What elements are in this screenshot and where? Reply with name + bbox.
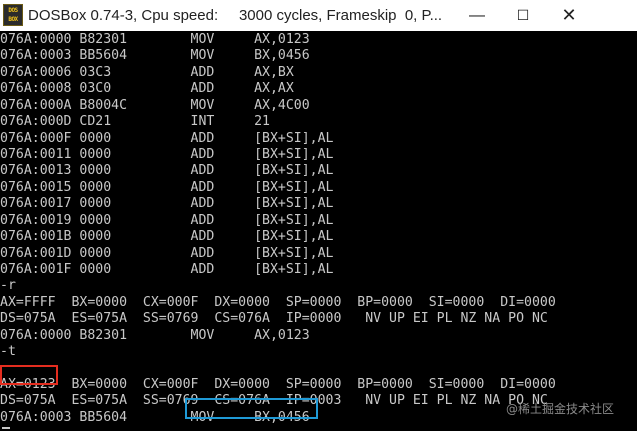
terminal-line: 076A:0019 0000 ADD [BX+SI],AL bbox=[0, 212, 334, 228]
dosbox-window: DOS BOX DOSBox 0.74-3, Cpu speed: 3000 c… bbox=[0, 0, 637, 431]
terminal-line: 076A:0011 0000 ADD [BX+SI],AL bbox=[0, 147, 334, 162]
maximize-button[interactable]: ☐ bbox=[500, 0, 546, 31]
text-cursor bbox=[2, 427, 10, 429]
ax-register-highlight bbox=[0, 365, 58, 385]
terminal-line: DS=075A ES=075A SS=0769 CS=076A IP=0000 … bbox=[0, 311, 548, 327]
terminal-line: 076A:000D CD21 INT 21 bbox=[0, 114, 270, 130]
minimize-button[interactable]: — bbox=[454, 0, 500, 31]
watermark-text: @稀土掘金技术社区 bbox=[506, 402, 615, 416]
terminal-line: 076A:0000 B82301 MOV AX,0123 bbox=[0, 32, 310, 47]
terminal-line: 076A:0013 0000 ADD [BX+SI],AL bbox=[0, 163, 334, 179]
terminal-line: 076A:0006 03C3 ADD AX,BX bbox=[0, 64, 294, 80]
terminal-line: 076A:000A B8004C MOV AX,4C00 bbox=[0, 97, 310, 113]
terminal-line: AX=0123 BX=0000 CX=000F DX=0000 SP=0000 … bbox=[0, 377, 556, 393]
terminal-line: 076A:001D 0000 ADD [BX+SI],AL bbox=[0, 245, 334, 261]
current-instruction-highlight bbox=[185, 398, 318, 419]
terminal-line: 076A:0000 B82301 MOV AX,0123 bbox=[0, 327, 310, 343]
terminal-line: -r bbox=[0, 278, 16, 294]
window-title: DOSBox 0.74-3, Cpu speed: 3000 cycles, F… bbox=[28, 7, 443, 24]
terminal-line: 076A:000F 0000 ADD [BX+SI],AL bbox=[0, 130, 334, 146]
terminal-line: -t bbox=[0, 344, 16, 360]
app-icon-label-bottom: BOX bbox=[8, 16, 18, 23]
terminal-line: 076A:001F 0000 ADD [BX+SI],AL bbox=[0, 262, 334, 278]
terminal-line: AX=FFFF BX=0000 CX=000F DX=0000 SP=0000 … bbox=[0, 294, 556, 310]
title-bar[interactable]: DOS BOX DOSBox 0.74-3, Cpu speed: 3000 c… bbox=[0, 0, 637, 31]
terminal-line: 076A:0003 BB5604 MOV BX,0456 bbox=[0, 48, 310, 64]
close-button[interactable]: ✕ bbox=[546, 0, 592, 31]
terminal-line: 076A:0017 0000 ADD [BX+SI],AL bbox=[0, 196, 334, 212]
terminal-line: 076A:0015 0000 ADD [BX+SI],AL bbox=[0, 179, 334, 195]
dosbox-app-icon[interactable]: DOS BOX bbox=[3, 4, 23, 26]
app-icon-label-top: DOS bbox=[8, 7, 18, 14]
terminal-line: 076A:001B 0000 ADD [BX+SI],AL bbox=[0, 229, 334, 245]
terminal-line: 076A:0008 03C0 ADD AX,AX bbox=[0, 81, 294, 97]
